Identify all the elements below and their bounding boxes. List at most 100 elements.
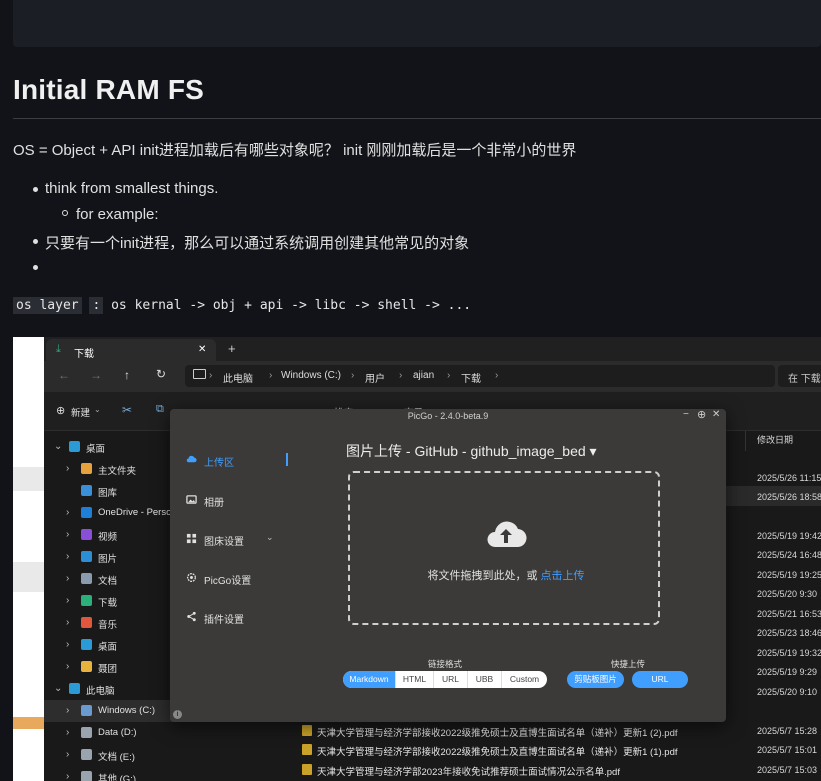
close-icon[interactable]: ✕ [712,409,720,420]
home-icon [81,463,92,474]
chevron-right-icon[interactable]: › [66,463,69,474]
date-cell: 2025/5/7 15:03 [757,765,818,775]
date-cell: 2025/5/23 18:46 [757,628,821,638]
chevron-down-icon[interactable]: ⌄ [54,441,62,452]
cloud-icon [81,507,92,518]
drive-icon [81,749,92,760]
chevron-right-icon[interactable]: › [66,507,69,518]
pdf-icon [302,764,312,775]
code-token: os kernal -> obj + api -> libc -> shell … [111,298,472,313]
music-icon [81,617,92,628]
breadcrumb-item[interactable]: Windows (C:) [281,370,341,381]
download-icon [81,595,92,606]
search-field[interactable]: 在 下载 [778,365,821,387]
up-icon[interactable]: ↑ [124,368,130,382]
address-field[interactable]: › 此电脑 › Windows (C:) › 用户 › ajian › 下载 › [185,365,775,387]
date-cell: 2025/5/24 16:48 [757,550,821,560]
nav-item[interactable]: › 其他 (G:) [44,766,289,781]
nav-item-label: Windows (C:) [98,705,156,716]
nav-item[interactable]: › Data (D:) [44,722,289,744]
maximize-icon[interactable]: ⊕ [697,409,706,421]
nav-item-label: 下载 [98,598,118,609]
date-cell: 2025/5/26 18:58 [757,492,821,502]
cut-icon[interactable]: ✂ [122,403,132,417]
info-icon[interactable]: i [173,710,182,719]
window-title: PicGo - 2.4.0-beta.9 [407,411,489,421]
forward-icon[interactable]: → [90,368,102,382]
plus-icon: ⊕ [56,405,66,417]
date-cell: 2025/5/19 19:32 [757,648,821,658]
copy-icon[interactable]: ⧉ [156,403,164,416]
date-cell: 2025/5/20 9:10 [757,687,818,697]
bullet [33,265,38,270]
bullet [33,187,38,192]
refresh-icon[interactable]: ↻ [156,367,166,381]
active-indicator [286,453,288,466]
desktop-icon [81,639,92,650]
format-ubb[interactable]: UBB [467,671,501,688]
chevron-right-icon[interactable]: › [66,727,69,738]
click-upload-link[interactable]: 点击上传 [541,570,585,582]
nav-item-label: 文档 [98,576,118,587]
folder-icon [81,661,92,672]
list-item: for example: [76,206,159,223]
breadcrumb-item[interactable]: 用户 [365,370,385,385]
date-cell: 2025/5/21 16:53 [757,609,821,619]
nav-item-label: 音乐 [98,620,118,631]
tab-downloads[interactable]: ⤓ 下载 ✕ [46,339,216,361]
link-format-selector: Markdown HTML URL UBB Custom [343,671,547,688]
breadcrumb-item[interactable]: 此电脑 [223,370,253,385]
new-button[interactable]: 新建 [71,405,90,419]
left-gutter-strip [13,337,44,781]
format-url[interactable]: URL [433,671,467,688]
video-icon [81,529,92,540]
chevron-right-icon[interactable]: › [66,749,69,760]
chevron-right-icon[interactable]: › [66,705,69,716]
chevron-right-icon[interactable]: › [66,529,69,540]
address-bar: ← → ↑ ↻ › 此电脑 › Windows (C:) › 用户 › ajia… [44,361,821,392]
monitor-icon [193,369,206,379]
date-cell: 2025/5/19 9:29 [757,667,818,677]
tab-bar: ⤓ 下载 ✕ + [44,337,821,361]
desktop-icon [69,441,80,452]
chevron-down-icon[interactable]: ⌄ [54,683,62,694]
date-cell: 2025/5/7 15:01 [757,745,818,755]
upload-heading[interactable]: 图片上传 - GitHub - github_image_bed ▾ [346,441,597,461]
chevron-right-icon[interactable]: › [66,639,69,650]
list-item: 只要有一个init进程，那么可以通过系统调用创建其他常见的对象 [45,235,470,252]
chevron-right-icon[interactable]: › [66,595,69,606]
url-upload-button[interactable]: URL [632,671,688,688]
chevron-right-icon[interactable]: › [66,551,69,562]
minimize-icon[interactable]: − [683,409,689,420]
back-icon[interactable]: ← [58,368,70,382]
format-markdown[interactable]: Markdown [343,671,395,688]
document-icon [81,573,92,584]
clipboard-upload-button[interactable]: 剪贴板图片 [567,671,624,688]
close-icon[interactable]: ✕ [198,344,206,355]
chevron-right-icon[interactable]: › [66,661,69,672]
link-format-label: 链接格式 [428,659,463,669]
picgo-window: PicGo - 2.4.0-beta.9 − ⊕ ✕ 上传区 相册 图床设置 ⌄… [170,409,726,722]
nav-item[interactable]: › 文档 (E:) [44,744,289,766]
nav-item-label: 其他 (G:) [98,774,136,781]
drop-zone[interactable]: 将文件拖拽到此处，或 点击上传 [348,471,660,625]
pc-icon [69,683,80,694]
new-tab-button[interactable]: + [228,341,236,356]
inline-code: os layer : os kernal -> obj + api -> lib… [13,297,472,314]
format-html[interactable]: HTML [395,671,433,688]
upload-cloud-icon [186,455,197,463]
page-heading: Initial RAM FS [13,74,205,105]
download-icon: ⤓ [56,343,61,355]
chevron-right-icon[interactable]: › [66,771,69,781]
bullet [33,239,38,244]
chevron-right-icon[interactable]: › [66,617,69,628]
chevron-right-icon[interactable]: › [66,573,69,584]
drive-icon [81,771,92,781]
pdf-icon [302,744,312,755]
column-header-date[interactable]: 修改日期 [757,433,793,446]
nav-item-label: Data (D:) [98,727,137,738]
breadcrumb-item[interactable]: ajian [413,370,434,381]
file-name: 天津大学管理与经济学部接收2022级推免硕士及直博生面试名单（递补）更新1 (1… [317,747,678,758]
format-custom[interactable]: Custom [501,671,547,688]
breadcrumb-item[interactable]: 下载 [461,370,481,385]
